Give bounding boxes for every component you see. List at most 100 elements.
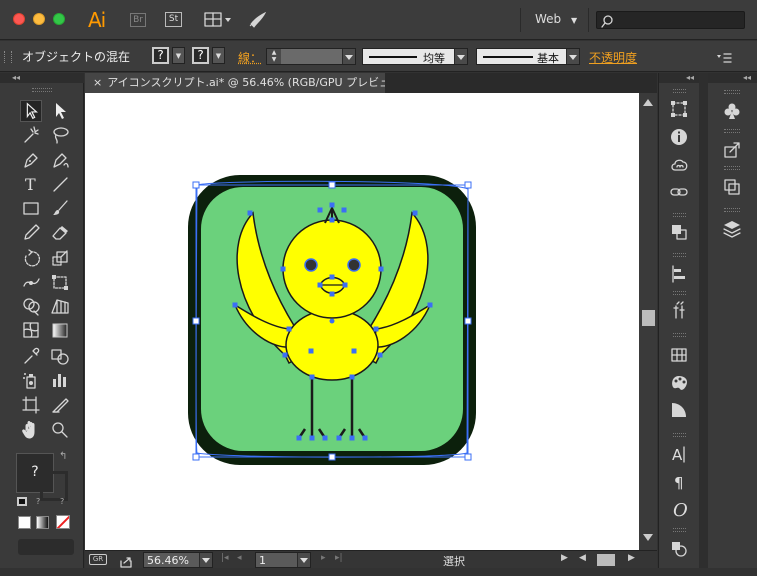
layers-icon[interactable] xyxy=(721,218,743,240)
align-icon[interactable] xyxy=(668,263,690,285)
pencil-tool-icon[interactable] xyxy=(20,221,42,243)
zoom-field[interactable]: 56.46% xyxy=(143,552,213,568)
gpu-status-icon[interactable]: GR xyxy=(89,554,107,565)
artwork[interactable] xyxy=(85,93,639,550)
stroke-label[interactable]: 線： xyxy=(238,49,262,66)
panel-grip[interactable] xyxy=(673,333,686,337)
last-artboard-icon[interactable]: ▸| xyxy=(335,553,343,563)
lasso-tool-icon[interactable] xyxy=(49,124,71,146)
transparency-icon[interactable] xyxy=(668,399,690,421)
default-fill-stroke-icon[interactable] xyxy=(17,497,27,506)
width-tool-icon[interactable] xyxy=(20,271,42,293)
collapse-dock-icon[interactable]: ◂◂ xyxy=(659,73,700,83)
panel-grip[interactable] xyxy=(673,89,686,93)
panel-grip[interactable] xyxy=(673,213,686,217)
direct-selection-tool-icon[interactable] xyxy=(49,100,71,122)
column-graph-tool-icon[interactable] xyxy=(49,369,71,391)
opentype-icon[interactable]: O xyxy=(668,498,690,520)
fill-color-dropdown[interactable]: ? ▼ xyxy=(152,47,187,65)
minimize-window-button[interactable] xyxy=(33,13,45,25)
gpu-performance-button[interactable] xyxy=(246,10,268,30)
artboard-field[interactable]: 1 xyxy=(255,552,311,568)
artboard-tool-icon[interactable] xyxy=(20,394,42,416)
swap-fill-stroke-icon[interactable]: ↰ xyxy=(59,451,67,462)
scroll-down-icon[interactable] xyxy=(643,534,653,541)
previous-artboard-icon[interactable]: ◂ xyxy=(237,553,242,563)
line-tool-icon[interactable] xyxy=(49,173,71,195)
rotate-tool-icon[interactable] xyxy=(20,247,42,269)
club-symbols-icon[interactable] xyxy=(721,100,743,122)
mesh-tool-icon[interactable] xyxy=(20,319,42,341)
symbol-sprayer-tool-icon[interactable] xyxy=(20,369,42,391)
free-transform-tool-icon[interactable] xyxy=(49,271,71,293)
stock-button[interactable]: St xyxy=(165,12,182,27)
symbols-icon[interactable] xyxy=(668,300,690,322)
rectangle-tool-icon[interactable] xyxy=(20,197,42,219)
bridge-button[interactable]: Br xyxy=(130,13,146,27)
gradient-tool-icon[interactable] xyxy=(49,319,71,341)
panel-grip[interactable] xyxy=(724,129,740,133)
first-artboard-icon[interactable]: |◂ xyxy=(221,553,229,563)
chevron-down-icon[interactable] xyxy=(342,49,355,64)
paragraph-icon[interactable]: ¶ xyxy=(668,471,690,493)
panel-grip[interactable] xyxy=(724,208,740,212)
none-mode-button[interactable] xyxy=(56,515,70,529)
close-tab-icon[interactable]: × xyxy=(93,76,102,89)
scroll-up-icon[interactable] xyxy=(643,99,653,106)
transform-icon[interactable] xyxy=(668,98,690,120)
eraser-tool-icon[interactable] xyxy=(49,221,71,243)
collapse-dock-icon[interactable]: ◂◂ xyxy=(708,73,757,83)
gradient-mode-button[interactable] xyxy=(36,516,49,529)
scroll-right-icon[interactable]: ▶ xyxy=(628,553,635,563)
horizontal-scroll-thumb[interactable] xyxy=(597,554,615,566)
panel-grip[interactable] xyxy=(673,291,686,295)
vertical-scrollbar[interactable] xyxy=(639,93,657,550)
links-icon[interactable] xyxy=(668,181,690,203)
opacity-link[interactable]: 不透明度 xyxy=(589,49,637,66)
zoom-tool-icon[interactable] xyxy=(49,419,71,441)
panel-grip[interactable] xyxy=(673,528,686,532)
document-tab[interactable]: × アイコンスクリプト.ai* @ 56.46% (RGB/GPU プレビュー) xyxy=(85,73,385,93)
pen-tool-icon[interactable] xyxy=(20,149,42,171)
artboards-icon[interactable] xyxy=(721,176,743,198)
panel-grip[interactable] xyxy=(724,90,740,94)
drawing-modes[interactable] xyxy=(18,539,74,555)
scroll-thumb[interactable] xyxy=(642,310,655,326)
control-bar-grip[interactable] xyxy=(4,51,12,63)
appearance-icon[interactable] xyxy=(668,538,690,560)
panel-grip[interactable] xyxy=(673,253,686,257)
arrange-documents-button[interactable] xyxy=(204,11,234,29)
next-artboard-icon[interactable]: ▸ xyxy=(321,553,326,563)
asset-export-icon[interactable] xyxy=(721,139,743,161)
search-input[interactable] xyxy=(596,11,745,29)
cc-libraries-icon[interactable] xyxy=(668,154,690,176)
curvature-tool-icon[interactable] xyxy=(49,149,71,171)
scroll-left-icon[interactable]: ◀ xyxy=(579,553,586,563)
stepper-icon[interactable]: ▲ ▼ xyxy=(267,49,281,64)
tools-grip[interactable] xyxy=(32,88,52,92)
info-icon[interactable] xyxy=(668,126,690,148)
color-mode-button[interactable] xyxy=(18,516,31,529)
eyedropper-tool-icon[interactable] xyxy=(20,345,42,367)
stroke-color-dropdown[interactable]: ? ▼ xyxy=(192,47,227,65)
selection-tool-icon[interactable] xyxy=(20,100,42,122)
chevron-down-icon[interactable] xyxy=(297,553,310,567)
hand-tool-icon[interactable] xyxy=(20,419,42,441)
status-menu-icon[interactable]: ▶ xyxy=(561,553,568,563)
graphic-styles-icon[interactable] xyxy=(668,372,690,394)
variable-width-profile-dropdown[interactable]: 均等 xyxy=(362,48,468,65)
brush-definition-dropdown[interactable]: 基本 xyxy=(476,48,580,65)
scale-tool-icon[interactable] xyxy=(49,247,71,269)
control-bar-menu-icon[interactable] xyxy=(716,50,732,64)
chevron-down-icon[interactable] xyxy=(199,553,212,567)
panel-grip[interactable] xyxy=(724,166,740,170)
slice-tool-icon[interactable] xyxy=(49,394,71,416)
zoom-window-button[interactable] xyxy=(53,13,65,25)
shape-builder-tool-icon[interactable] xyxy=(20,295,42,317)
close-window-button[interactable] xyxy=(13,13,25,25)
stroke-weight-field[interactable]: ▲ ▼ xyxy=(266,48,356,65)
export-icon[interactable] xyxy=(119,553,133,568)
collapse-tools-icon[interactable]: ◂◂ xyxy=(0,73,84,83)
swatch-grid-icon[interactable] xyxy=(668,344,690,366)
magic-wand-tool-icon[interactable] xyxy=(20,124,42,146)
